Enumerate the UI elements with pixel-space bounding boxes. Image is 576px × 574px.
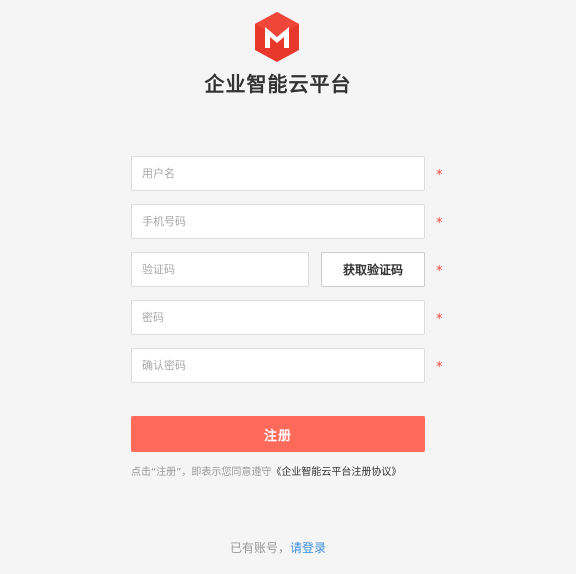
- confirm-password-input[interactable]: [131, 348, 425, 383]
- required-mark: *: [436, 168, 443, 183]
- get-code-button[interactable]: 获取验证码: [321, 252, 425, 287]
- login-link[interactable]: 请登录: [290, 541, 326, 555]
- required-mark: *: [436, 264, 443, 279]
- verification-code-input[interactable]: [131, 252, 309, 287]
- agreement-text: 点击“注册”，即表示您同意遵守《企业智能云平台注册协议》: [131, 463, 401, 478]
- app-title: 企业智能云平台: [204, 72, 352, 96]
- password-input[interactable]: [131, 300, 425, 335]
- agreement-prefix: 点击“注册”，即表示您同意遵守: [131, 467, 272, 478]
- required-mark: *: [436, 216, 443, 231]
- register-page: 企业智能云平台 * * 获取验证码 * * * 注册 点击“注册”，即表示您同意…: [0, 0, 576, 574]
- login-prompt: 已有账号，请登录: [0, 539, 556, 556]
- username-input[interactable]: [131, 156, 425, 191]
- login-prompt-text: 已有账号，: [229, 541, 290, 555]
- m-hexagon-logo-icon: [250, 10, 304, 64]
- required-mark: *: [436, 360, 443, 375]
- agreement-link[interactable]: 《企业智能云平台注册协议》: [271, 467, 401, 478]
- required-mark: *: [436, 312, 443, 327]
- phone-input[interactable]: [131, 204, 425, 239]
- register-button[interactable]: 注册: [131, 416, 425, 452]
